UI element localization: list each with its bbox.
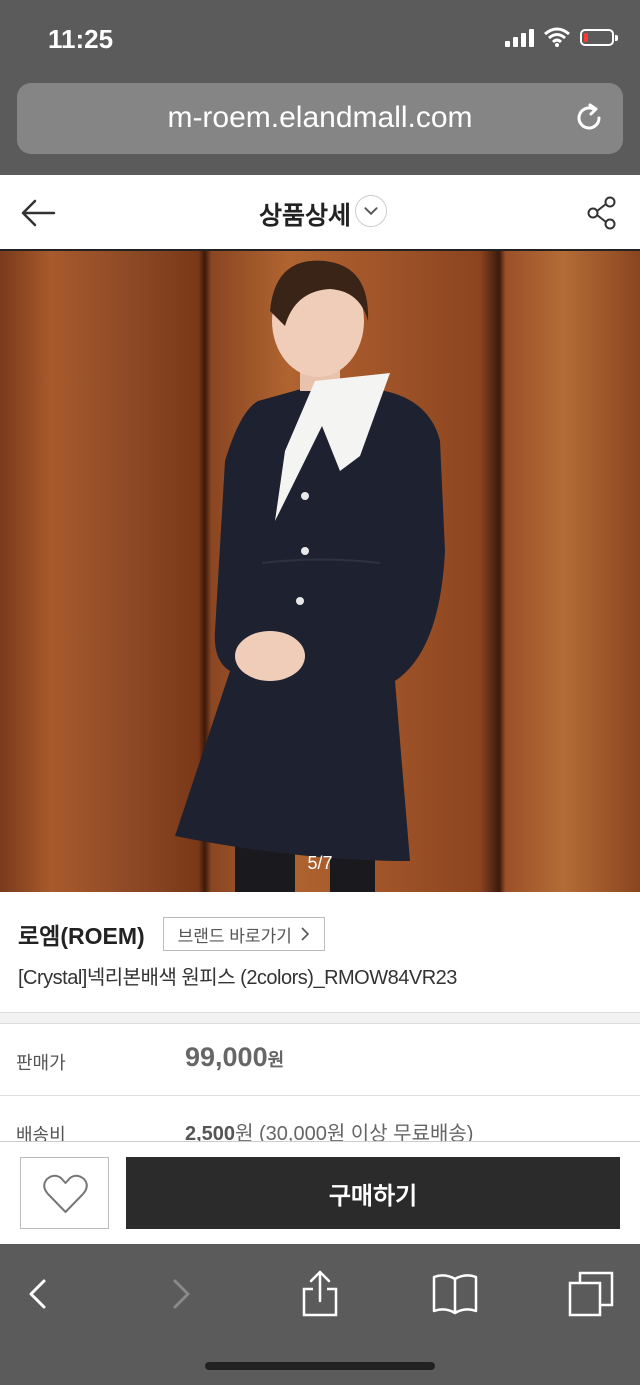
image-counter: 5/7 — [307, 853, 333, 873]
product-title: [Crystal]넥리본배색 원피스 (2colors)_RMOW84VR23 — [18, 967, 457, 989]
bookmarks-icon[interactable] — [430, 1269, 480, 1319]
battery-level — [584, 32, 588, 42]
model-photo — [175, 260, 445, 892]
brand-name[interactable]: 로엠(ROEM) — [18, 917, 145, 951]
shipping-amount: 2,500 — [185, 1123, 236, 1142]
brand-link-label: 브랜드 바로가기 — [177, 926, 292, 946]
price-unit: 원 — [267, 1050, 285, 1070]
status-time: 11:25 — [48, 24, 114, 54]
price-value: 99,000원 — [185, 1042, 284, 1073]
app-header: 상품상세 — [0, 175, 640, 251]
shipping-label: 배송비 — [16, 1125, 66, 1142]
price-amount: 99,000 — [185, 1042, 268, 1072]
product-image[interactable]: 5/7 — [0, 251, 640, 892]
shipping-note: 원 (30,000원 이상 무료배송) — [235, 1123, 474, 1142]
share-sheet-icon[interactable] — [295, 1269, 345, 1319]
chevron-right-icon — [301, 927, 309, 941]
tabs-icon[interactable] — [566, 1269, 616, 1319]
status-icons — [505, 27, 618, 47]
wishlist-button[interactable] — [20, 1157, 109, 1229]
forward-icon[interactable] — [155, 1269, 205, 1319]
home-indicator[interactable] — [205, 1362, 435, 1370]
shipping-value: 2,500원 (30,000원 이상 무료배송) — [185, 1117, 473, 1142]
brand-link-button[interactable]: 브랜드 바로가기 — [162, 917, 325, 951]
brand-row: 로엠(ROEM) 브랜드 바로가기 — [18, 917, 325, 951]
section-divider — [0, 1012, 640, 1024]
battery-icon — [580, 28, 618, 46]
heart-icon — [43, 1174, 88, 1213]
browser-top-chrome: 11:25 m-roem.elandmall.com — [0, 0, 640, 175]
cellular-signal-icon — [505, 27, 534, 47]
chevron-down-icon[interactable] — [355, 195, 387, 227]
url-bar[interactable]: m-roem.elandmall.com — [17, 83, 623, 154]
buy-button[interactable]: 구매하기 — [126, 1157, 620, 1229]
url-text[interactable]: m-roem.elandmall.com — [17, 101, 623, 135]
reload-icon[interactable] — [573, 102, 605, 134]
wifi-icon — [544, 27, 570, 47]
share-icon[interactable] — [586, 195, 618, 231]
price-label: 판매가 — [16, 1053, 66, 1073]
price-row: 판매가 99,000원 — [0, 1024, 640, 1096]
shipping-row: 배송비 2,500원 (30,000원 이상 무료배송) — [0, 1096, 640, 1142]
back-icon[interactable] — [14, 1269, 64, 1319]
action-bar: 구매하기 — [0, 1141, 640, 1244]
page-title: 상품상세 — [258, 202, 351, 230]
